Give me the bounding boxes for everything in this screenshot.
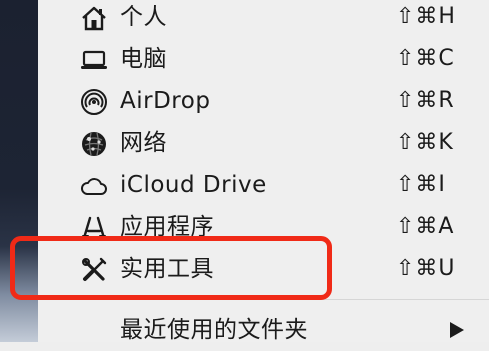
menu-item-label: 最近使用的文件夹 xyxy=(120,317,308,343)
menu-item-icloud-drive[interactable]: iCloud Drive ⇧⌘I xyxy=(38,164,489,206)
menu-item-label: 网络 xyxy=(120,130,167,156)
keyboard-shortcut: ⇧⌘U xyxy=(396,256,456,281)
keyboard-shortcut: ⇧⌘K xyxy=(396,130,454,155)
menu-item-label: 个人 xyxy=(120,4,167,30)
home-icon xyxy=(80,4,108,32)
network-globe-icon xyxy=(80,130,108,158)
menu-item-network[interactable]: 网络 ⇧⌘K xyxy=(38,122,489,164)
menu-item-label: 电脑 xyxy=(120,46,167,72)
keyboard-shortcut: ⇧⌘H xyxy=(396,4,456,29)
menu-item-label: AirDrop xyxy=(120,88,211,114)
keyboard-shortcut: ⇧⌘R xyxy=(396,88,455,113)
keyboard-shortcut: ⇧⌘I xyxy=(396,172,446,197)
menu-item-home[interactable]: 个人 ⇧⌘H xyxy=(38,0,489,38)
keyboard-shortcut: ⇧⌘C xyxy=(396,46,455,71)
menu-item-recent-folders[interactable]: 最近使用的文件夹 xyxy=(38,309,489,351)
cloud-icon xyxy=(80,172,108,200)
airdrop-icon xyxy=(80,88,108,116)
menu-item-airdrop[interactable]: AirDrop ⇧⌘R xyxy=(38,80,489,122)
menu-item-computer[interactable]: 电脑 ⇧⌘C xyxy=(38,38,489,80)
laptop-icon xyxy=(80,46,108,74)
submenu-arrow-icon xyxy=(450,322,464,338)
menu-item-label: iCloud Drive xyxy=(120,172,267,198)
highlight-outline xyxy=(10,236,332,300)
keyboard-shortcut: ⇧⌘A xyxy=(396,214,455,239)
